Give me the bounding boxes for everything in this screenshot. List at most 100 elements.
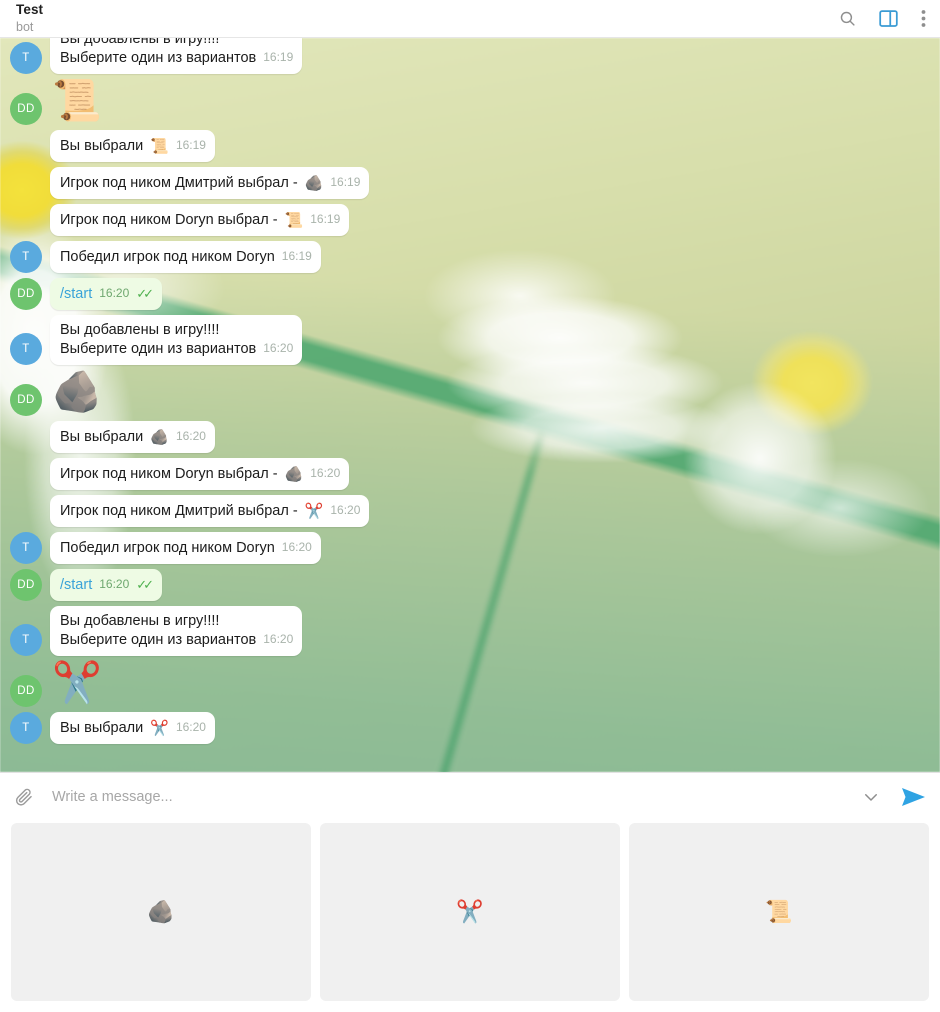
avatar[interactable]: T bbox=[10, 333, 42, 365]
message-timestamp: 16:19 bbox=[281, 249, 312, 263]
avatar-spacer bbox=[10, 204, 42, 236]
message-bubble[interactable]: Вы добавлены в игру!!!! Выберите один из… bbox=[50, 606, 303, 656]
sticker-message[interactable]: 📜 bbox=[50, 79, 102, 125]
message-timestamp: 16:20 bbox=[263, 632, 294, 646]
bot-reply-keyboard: 🪨 ✂️ 📜 bbox=[0, 820, 940, 1012]
keyboard-button-rock[interactable]: 🪨 bbox=[11, 823, 311, 1001]
avatar[interactable]: DD bbox=[10, 569, 42, 601]
message-timestamp: 16:20 bbox=[175, 720, 206, 734]
message-timestamp: 16:20 bbox=[281, 540, 312, 554]
message-row[interactable]: T Победил игрок под ником Doryn 16:20 bbox=[10, 532, 930, 564]
message-timestamp: 16:19 bbox=[310, 212, 341, 226]
avatar[interactable]: T bbox=[10, 532, 42, 564]
message-row[interactable]: T Вы добавлены в игру!!!! Выберите один и… bbox=[10, 315, 930, 365]
message-bubble[interactable]: /start 16:20 ✓✓ bbox=[50, 569, 163, 601]
sticker-message[interactable]: ✂️ bbox=[50, 661, 102, 707]
avatar[interactable]: DD bbox=[10, 93, 42, 125]
chat-scroll-area[interactable]: T Вы добавлены в игру!!!! Выберите один и… bbox=[0, 38, 940, 772]
message-row[interactable]: DD 🪨 bbox=[10, 370, 930, 416]
avatar[interactable]: T bbox=[10, 712, 42, 744]
avatar-spacer bbox=[10, 458, 42, 490]
message-composer bbox=[0, 772, 940, 820]
message-text: Вы добавлены в игру!!!! Выберите один из… bbox=[60, 38, 257, 66]
message-text: Вы выбрали bbox=[60, 720, 144, 736]
message-text: Игрок под ником Дмитрий выбрал - bbox=[60, 175, 298, 191]
send-icon[interactable] bbox=[900, 785, 926, 809]
message-bubble[interactable]: Победил игрок под ником Doryn 16:20 bbox=[50, 532, 321, 564]
paperclip-icon[interactable] bbox=[14, 786, 34, 808]
message-row[interactable]: Вы выбрали 🪨 16:20 bbox=[10, 421, 930, 453]
avatar[interactable]: DD bbox=[10, 278, 42, 310]
message-text: Игрок под ником Doryn выбрал - bbox=[60, 466, 278, 482]
telegram-chat-window: Test bot TВы добавлены в игру!!!! Выбер bbox=[0, 0, 940, 1012]
message-bubble[interactable]: Вы добавлены в игру!!!! Выберите один из… bbox=[50, 38, 303, 74]
chat-header-titles[interactable]: Test bot bbox=[16, 3, 43, 33]
avatar-spacer bbox=[10, 130, 42, 162]
message-timestamp: 16:20 bbox=[99, 286, 130, 300]
sidebar-toggle-icon[interactable] bbox=[878, 8, 899, 29]
message-row[interactable]: DD 📜 bbox=[10, 79, 930, 125]
message-bubble[interactable]: Победил игрок под ником Doryn 16:19 bbox=[50, 241, 321, 273]
message-bubble[interactable]: Вы выбрали 📜 16:19 bbox=[50, 130, 215, 162]
message-row[interactable]: DD/start 16:20 ✓✓ bbox=[10, 569, 930, 601]
message-row[interactable]: Игрок под ником Doryn выбрал - 📜 16:19 bbox=[10, 204, 930, 236]
avatar[interactable]: T bbox=[10, 624, 42, 656]
more-vertical-icon[interactable] bbox=[921, 9, 926, 28]
message-text: Победил игрок под ником Doryn bbox=[60, 540, 275, 556]
message-emoji: ✂️ bbox=[304, 503, 324, 520]
message-text: Победил игрок под ником Doryn bbox=[60, 249, 275, 265]
message-row[interactable]: DD/start 16:20 ✓✓ bbox=[10, 278, 930, 310]
message-text: Игрок под ником Дмитрий выбрал - bbox=[60, 503, 298, 519]
message-row[interactable]: Игрок под ником Doryn выбрал - 🪨 16:20 bbox=[10, 458, 930, 490]
message-row[interactable]: Вы выбрали 📜 16:19 bbox=[10, 130, 930, 162]
message-row[interactable]: Игрок под ником Дмитрий выбрал - ✂️ 16:20 bbox=[10, 495, 930, 527]
message-bubble[interactable]: /start 16:20 ✓✓ bbox=[50, 278, 163, 310]
message-timestamp: 16:20 bbox=[310, 466, 341, 480]
message-bubble[interactable]: Вы выбрали 🪨 16:20 bbox=[50, 421, 215, 453]
message-emoji: ✂️ bbox=[150, 720, 169, 737]
message-text: /start bbox=[60, 286, 93, 302]
message-emoji: 🪨 bbox=[150, 429, 169, 446]
message-bubble[interactable]: Игрок под ником Doryn выбрал - 📜 16:19 bbox=[50, 204, 350, 236]
message-row[interactable]: DD ✂️ bbox=[10, 661, 930, 707]
message-row[interactable]: T Вы добавлены в игру!!!! Выберите один и… bbox=[10, 606, 930, 656]
composer-actions bbox=[862, 785, 926, 809]
message-timestamp: 16:20 bbox=[330, 503, 361, 517]
message-timestamp: 16:19 bbox=[330, 175, 361, 189]
chat-header: Test bot bbox=[0, 0, 940, 38]
message-timestamp: 16:20 bbox=[175, 429, 206, 443]
message-list: T Вы добавлены в игру!!!! Выберите один и… bbox=[0, 38, 940, 772]
message-text: Вы добавлены в игру!!!! Выберите один из… bbox=[60, 322, 257, 357]
message-text: Вы выбрали bbox=[60, 429, 144, 445]
avatar[interactable]: T bbox=[10, 42, 42, 74]
message-input[interactable] bbox=[52, 788, 850, 805]
keyboard-button-scissors[interactable]: ✂️ bbox=[320, 823, 620, 1001]
message-row[interactable]: T Победил игрок под ником Doryn 16:19 bbox=[10, 241, 930, 273]
message-bubble[interactable]: Игрок под ником Дмитрий выбрал - ✂️ 16:20 bbox=[50, 495, 370, 527]
message-row[interactable]: Игрок под ником Дмитрий выбрал - 🪨 16:19 bbox=[10, 167, 930, 199]
avatar[interactable]: T bbox=[10, 241, 42, 273]
message-emoji: 🪨 bbox=[284, 466, 304, 483]
avatar[interactable]: DD bbox=[10, 675, 42, 707]
message-bubble[interactable]: Вы выбрали ✂️ 16:20 bbox=[50, 712, 215, 744]
message-row[interactable]: T Вы добавлены в игру!!!! Выберите один и… bbox=[10, 38, 930, 74]
message-timestamp: 16:19 bbox=[175, 138, 206, 152]
message-bubble[interactable]: Вы добавлены в игру!!!! Выберите один из… bbox=[50, 315, 303, 365]
avatar-spacer bbox=[10, 495, 42, 527]
chevron-down-icon[interactable] bbox=[862, 788, 880, 806]
sticker-message[interactable]: 🪨 bbox=[50, 370, 102, 416]
message-timestamp: 16:19 bbox=[263, 50, 294, 64]
avatar-spacer bbox=[10, 167, 42, 199]
message-row[interactable]: T Вы выбрали ✂️ 16:20 bbox=[10, 712, 930, 744]
message-bubble[interactable]: Игрок под ником Doryn выбрал - 🪨 16:20 bbox=[50, 458, 350, 490]
avatar-spacer bbox=[10, 421, 42, 453]
message-bubble[interactable]: Игрок под ником Дмитрий выбрал - 🪨 16:19 bbox=[50, 167, 370, 199]
message-emoji: 📜 bbox=[150, 138, 169, 155]
message-timestamp: 16:20 bbox=[263, 341, 294, 355]
avatar[interactable]: DD bbox=[10, 384, 42, 416]
page-title: Test bbox=[16, 2, 44, 18]
keyboard-button-paper[interactable]: 📜 bbox=[629, 823, 929, 1001]
search-icon[interactable] bbox=[839, 10, 856, 27]
message-timestamp: 16:20 bbox=[99, 577, 130, 591]
read-receipt-icon: ✓✓ bbox=[136, 577, 154, 592]
